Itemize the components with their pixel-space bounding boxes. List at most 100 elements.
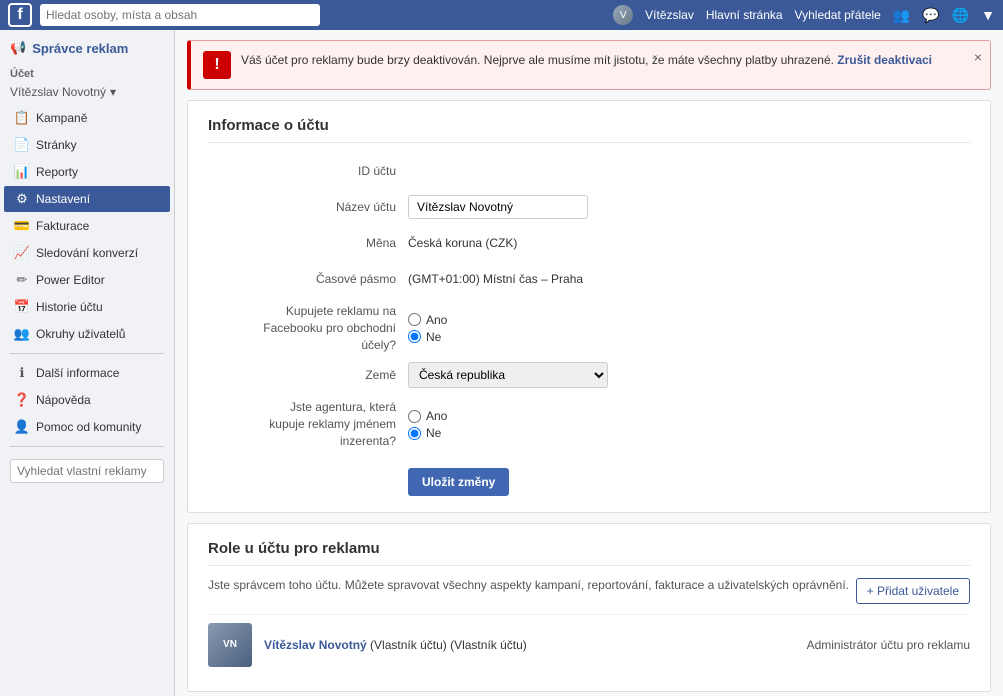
agency-ne-option[interactable]: Ne bbox=[408, 426, 447, 440]
form-row-id: ID účtu bbox=[208, 157, 970, 185]
facebook-logo[interactable]: f bbox=[8, 3, 32, 27]
roles-description: Jste správcem toho účtu. Můžete spravova… bbox=[208, 576, 849, 594]
sidebar-account-label: Účet bbox=[0, 60, 174, 82]
stranky-icon: 📄 bbox=[14, 137, 30, 153]
nav-right: V Vítězslav Hlavní stránka Vyhledat přát… bbox=[613, 5, 995, 25]
roles-section: Role u účtu pro reklamu Jste správcem to… bbox=[187, 523, 991, 692]
roles-title: Role u účtu pro reklamu bbox=[208, 540, 970, 566]
power-editor-icon: ✏ bbox=[14, 272, 30, 288]
sidebar-item-nastaveni[interactable]: ⚙ Nastavení bbox=[4, 186, 170, 212]
name-input[interactable] bbox=[408, 195, 588, 219]
timezone-value: (GMT+01:00) Místní čas – Praha bbox=[408, 272, 583, 286]
sidebar-item-sledovani[interactable]: 📈 Sledování konverzí bbox=[4, 240, 170, 266]
agency-ano-radio[interactable] bbox=[408, 410, 421, 423]
buying-ne-option[interactable]: Ne bbox=[408, 330, 447, 344]
buying-ano-option[interactable]: Ano bbox=[408, 313, 447, 327]
top-navigation: f V Vítězslav Hlavní stránka Vyhledat př… bbox=[0, 0, 1003, 30]
friends-icon[interactable]: 👥 bbox=[893, 7, 910, 24]
reporty-icon: 📊 bbox=[14, 164, 30, 180]
fakturace-icon: 💳 bbox=[14, 218, 30, 234]
sidebar-item-label: Historie účtu bbox=[36, 300, 103, 314]
avatar: V bbox=[613, 5, 633, 25]
sidebar-manager-header[interactable]: 📢 Správce reklam bbox=[0, 30, 174, 60]
agency-ano-option[interactable]: Ano bbox=[408, 409, 447, 423]
sidebar-item-okruhy[interactable]: 👥 Okruhy uživatelů bbox=[4, 321, 170, 347]
user-name-role: Vítězslav Novotný (Vlastník účtu) (Vlast… bbox=[264, 638, 527, 652]
admin-label: Administrátor účtu pro reklamu bbox=[807, 638, 970, 652]
alert-text: Váš účet pro reklamy bude brzy deaktivov… bbox=[241, 51, 978, 69]
currency-label: Měna bbox=[208, 235, 408, 252]
sidebar-item-label: Fakturace bbox=[36, 219, 89, 233]
sidebar-item-power-editor[interactable]: ✏ Power Editor bbox=[4, 267, 170, 293]
menu-icon[interactable]: ▼ bbox=[981, 7, 995, 23]
user-name[interactable]: Vítězslav Novotný bbox=[264, 638, 367, 652]
role-user-row: VN Vítězslav Novotný (Vlastník účtu) (Vl… bbox=[208, 614, 970, 675]
sidebar-item-reporty[interactable]: 📊 Reporty bbox=[4, 159, 170, 185]
search-input[interactable] bbox=[40, 4, 320, 26]
sidebar-item-label: Pomoc od komunity bbox=[36, 420, 141, 434]
ads-manager-icon: 📢 bbox=[10, 40, 26, 56]
nav-username[interactable]: Vítězslav bbox=[645, 8, 694, 22]
buying-label: Kupujete reklamu na Facebooku pro obchod… bbox=[208, 303, 408, 353]
main-layout: 📢 Správce reklam Účet Vítězslav Novotný … bbox=[0, 30, 1003, 696]
pomoc-icon: 👤 bbox=[14, 419, 30, 435]
sidebar-item-label: Sledování konverzí bbox=[36, 246, 138, 260]
sidebar-item-label: Power Editor bbox=[36, 273, 105, 287]
napoveda-icon: ❓ bbox=[14, 392, 30, 408]
sidebar-item-fakturace[interactable]: 💳 Fakturace bbox=[4, 213, 170, 239]
agency-ne-radio[interactable] bbox=[408, 427, 421, 440]
alert-close-button[interactable]: × bbox=[974, 49, 982, 65]
sidebar-item-label: Nápověda bbox=[36, 393, 91, 407]
sidebar: 📢 Správce reklam Účet Vítězslav Novotný … bbox=[0, 30, 175, 696]
country-label: Země bbox=[208, 367, 408, 384]
sidebar-item-napoveda[interactable]: ❓ Nápověda bbox=[4, 387, 170, 413]
alert-icon: ! bbox=[203, 51, 231, 79]
okruhy-icon: 👥 bbox=[14, 326, 30, 342]
sidebar-item-stranky[interactable]: 📄 Stránky bbox=[4, 132, 170, 158]
search-ads-input[interactable] bbox=[10, 459, 164, 483]
buying-radio-group: Ano Ne bbox=[408, 313, 447, 344]
sidebar-item-label: Kampaně bbox=[36, 111, 87, 125]
nav-home-link[interactable]: Hlavní stránka bbox=[706, 8, 783, 22]
form-row-currency: Měna Česká koruna (CZK) bbox=[208, 229, 970, 257]
user-avatar: VN bbox=[208, 623, 252, 667]
sidebar-item-dalsi[interactable]: ℹ Další informace bbox=[4, 360, 170, 386]
timezone-label: Časové pásmo bbox=[208, 271, 408, 288]
currency-value: Česká koruna (CZK) bbox=[408, 236, 517, 250]
alert-banner: ! Váš účet pro reklamy bude brzy deaktiv… bbox=[187, 40, 991, 90]
sidebar-item-pomoc[interactable]: 👤 Pomoc od komunity bbox=[4, 414, 170, 440]
chat-icon[interactable]: 💬 bbox=[922, 7, 939, 24]
sledovani-icon: 📈 bbox=[14, 245, 30, 261]
form-row-timezone: Časové pásmo (GMT+01:00) Místní čas – Pr… bbox=[208, 265, 970, 293]
country-select[interactable]: Česká republika bbox=[408, 362, 608, 388]
sidebar-item-label: Další informace bbox=[36, 366, 119, 380]
nav-find-friends-link[interactable]: Vyhledat přátele bbox=[795, 8, 881, 22]
buying-ne-radio[interactable] bbox=[408, 330, 421, 343]
id-label: ID účtu bbox=[208, 163, 408, 180]
form-row-buying: Kupujete reklamu na Facebooku pro obchod… bbox=[208, 303, 970, 353]
save-button[interactable]: Uložit změny bbox=[408, 468, 509, 496]
sidebar-divider bbox=[10, 353, 164, 354]
sidebar-item-label: Okruhy uživatelů bbox=[36, 327, 125, 341]
sidebar-item-kampane[interactable]: 📋 Kampaně bbox=[4, 105, 170, 131]
sidebar-divider-2 bbox=[10, 446, 164, 447]
dalsi-icon: ℹ bbox=[14, 365, 30, 381]
nastaveni-icon: ⚙ bbox=[14, 191, 30, 207]
globe-icon[interactable]: 🌐 bbox=[952, 7, 969, 24]
content-area: ! Váš účet pro reklamy bude brzy deaktiv… bbox=[175, 30, 1003, 696]
form-row-country: Země Česká republika bbox=[208, 361, 970, 389]
sidebar-item-label: Stránky bbox=[36, 138, 77, 152]
sidebar-item-historie[interactable]: 📅 Historie účtu bbox=[4, 294, 170, 320]
alert-cancel-link[interactable]: Zrušit deaktivaci bbox=[837, 53, 932, 67]
historie-icon: 📅 bbox=[14, 299, 30, 315]
user-role-label: (Vlastník účtu) bbox=[370, 638, 447, 652]
user-owner-label: (Vlastník účtu) bbox=[450, 638, 527, 652]
sidebar-user-name[interactable]: Vítězslav Novotný ▾ bbox=[0, 82, 174, 104]
kampane-icon: 📋 bbox=[14, 110, 30, 126]
add-user-button[interactable]: + Přidat uživatele bbox=[856, 578, 970, 604]
account-info-section: Informace o účtu ID účtu Název účtu Měna… bbox=[187, 100, 991, 513]
form-row-name: Název účtu bbox=[208, 193, 970, 221]
account-info-title: Informace o účtu bbox=[208, 117, 970, 143]
buying-ano-radio[interactable] bbox=[408, 313, 421, 326]
name-label: Název účtu bbox=[208, 199, 408, 216]
